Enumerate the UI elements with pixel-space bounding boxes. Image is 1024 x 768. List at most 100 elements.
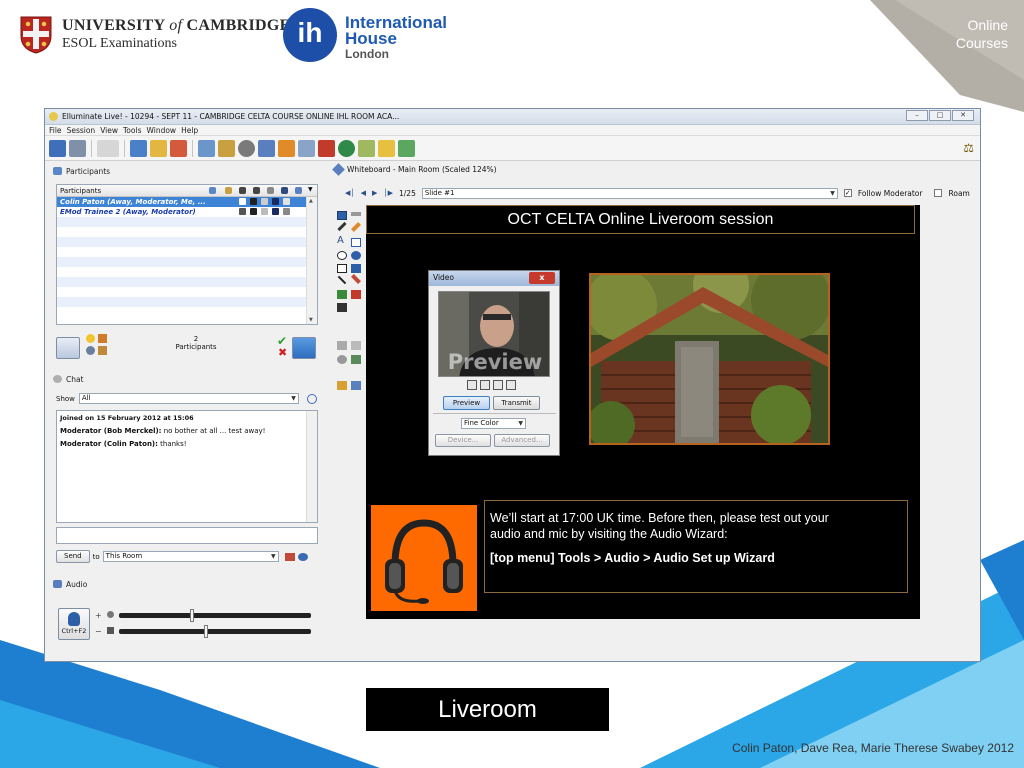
snapshot-icon[interactable] xyxy=(480,380,490,390)
no-icon[interactable]: ✖ xyxy=(278,346,287,359)
camera-settings-icon[interactable] xyxy=(493,380,503,390)
group-tool-icon[interactable] xyxy=(337,341,347,350)
talk-button[interactable]: Ctrl+F2 xyxy=(58,608,90,640)
send-button[interactable]: Send xyxy=(56,550,90,563)
filled-rectangle-tool-icon[interactable] xyxy=(351,264,361,273)
filled-ellipse-tool-icon[interactable] xyxy=(351,251,361,260)
chat-scrollbar[interactable] xyxy=(306,411,317,522)
applause-icon[interactable] xyxy=(98,334,107,343)
menu-tools[interactable]: Tools xyxy=(123,126,141,135)
highlighter-tool-icon[interactable] xyxy=(351,212,361,216)
device-button[interactable]: Device... xyxy=(435,434,491,447)
record-icon[interactable] xyxy=(318,139,335,157)
slide-select[interactable]: Slide #1 ▼ xyxy=(421,187,838,199)
step-away-icon[interactable] xyxy=(86,346,95,355)
participant-row[interactable]: EMod Trainee 2 (Away, Moderator) xyxy=(57,207,317,217)
emoticon-icon[interactable] xyxy=(86,334,95,343)
help-icon[interactable]: ⚖ xyxy=(963,141,974,155)
explorer-icon[interactable] xyxy=(351,381,361,390)
first-page-icon[interactable]: ◀│ xyxy=(345,189,355,197)
ellipse-tool-icon[interactable] xyxy=(337,251,347,260)
add-icon[interactable] xyxy=(398,139,415,157)
participants-column-header: Participants ▼ xyxy=(57,185,317,197)
board-title: OCT CELTA Online Liveroom session xyxy=(366,205,915,234)
pen-tool-icon[interactable] xyxy=(337,221,347,232)
whiteboard-icon[interactable] xyxy=(198,139,215,157)
text-tool-icon[interactable]: A xyxy=(337,235,344,246)
video-window[interactable]: Video x Preview Preview Transmit Fine Co… xyxy=(428,270,560,456)
marker-tool-icon[interactable] xyxy=(351,222,361,232)
web-tour-icon[interactable] xyxy=(238,139,255,157)
whiteboard-navigation: ◀│ ◀ ▶ │▶ 1/25 Slide #1 ▼ ✓ Follow Modera… xyxy=(345,187,975,199)
column-menu-icon[interactable]: ▼ xyxy=(308,186,313,193)
follow-moderator-checkbox[interactable]: ✓ xyxy=(843,189,852,197)
sound-icon[interactable] xyxy=(284,552,295,561)
globe-icon[interactable] xyxy=(338,139,355,157)
scroll-up-icon[interactable]: ▲ xyxy=(309,198,313,204)
feedback-icon[interactable] xyxy=(98,346,107,355)
clock-icon[interactable] xyxy=(306,393,317,404)
chat-title: Chat xyxy=(66,374,84,384)
chat-input[interactable] xyxy=(56,527,318,544)
notes-icon[interactable] xyxy=(150,139,167,157)
empty-row xyxy=(57,257,317,267)
application-share-icon[interactable] xyxy=(258,139,275,157)
video-close-button[interactable]: x xyxy=(529,272,555,284)
collapse-icon[interactable] xyxy=(506,380,516,390)
save-icon[interactable] xyxy=(49,139,66,157)
load-content-icon[interactable] xyxy=(218,139,235,157)
video-quality-select[interactable]: Fine Color ▼ xyxy=(461,418,526,429)
roam-checkbox[interactable] xyxy=(934,189,943,197)
raise-hand-button[interactable] xyxy=(56,337,80,359)
quiz-icon[interactable] xyxy=(378,139,395,157)
ungroup-tool-icon[interactable] xyxy=(351,341,361,350)
advanced-button[interactable]: Advanced... xyxy=(494,434,550,447)
polling-icon[interactable] xyxy=(358,139,375,157)
participants-window-icon[interactable] xyxy=(130,139,147,157)
select-tool-icon[interactable] xyxy=(337,211,347,220)
preview-tab[interactable]: Preview xyxy=(443,396,490,410)
scroll-down-icon[interactable]: ▼ xyxy=(309,317,313,323)
previous-page-icon[interactable]: ◀ xyxy=(361,189,366,197)
video-icon[interactable] xyxy=(298,139,315,157)
transmit-tab[interactable]: Transmit xyxy=(493,396,540,410)
speaker-volume-slider[interactable] xyxy=(119,625,311,638)
menu-file[interactable]: File xyxy=(49,126,62,135)
pin-icon[interactable] xyxy=(467,380,477,390)
shed-photo xyxy=(589,273,830,445)
speaker-volume-thumb[interactable] xyxy=(203,625,208,638)
mic-volume-thumb[interactable] xyxy=(190,609,195,622)
menu-help[interactable]: Help xyxy=(181,126,198,135)
recipient-select[interactable]: This Room ▼ xyxy=(102,551,279,562)
screen-capture-tool-icon[interactable] xyxy=(337,303,347,312)
multimedia-icon[interactable] xyxy=(170,139,187,157)
undo-tool-icon[interactable] xyxy=(337,355,347,364)
participants-scrollbar[interactable]: ▲ ▼ xyxy=(306,197,317,324)
image-tool-icon[interactable] xyxy=(337,290,347,299)
file-transfer-icon[interactable] xyxy=(278,139,295,157)
eye-icon[interactable] xyxy=(297,552,308,561)
line-tool-icon[interactable] xyxy=(337,275,347,285)
exit-room-button[interactable] xyxy=(292,337,316,359)
step-tool-icon[interactable] xyxy=(351,355,361,364)
text-box-tool-icon[interactable] xyxy=(351,238,361,247)
show-select[interactable]: All ▼ xyxy=(78,393,299,404)
open-folder-icon[interactable] xyxy=(337,381,347,390)
empty-row xyxy=(57,217,317,227)
video-titlebar[interactable]: Video x xyxy=(429,271,559,286)
next-page-icon[interactable]: ▶ xyxy=(372,189,377,197)
close-button[interactable]: ✕ xyxy=(952,110,974,121)
minimize-button[interactable]: – xyxy=(906,110,928,121)
mic-volume-slider[interactable] xyxy=(119,609,311,622)
menu-window[interactable]: Window xyxy=(146,126,176,135)
menu-session[interactable]: Session xyxy=(67,126,96,135)
participant-row[interactable]: Colin Paton (Away, Moderator, Me, ... xyxy=(57,197,317,207)
pointer-tool-icon[interactable] xyxy=(351,274,361,284)
print-icon[interactable] xyxy=(69,139,86,157)
rectangle-tool-icon[interactable] xyxy=(337,264,347,273)
clipart-tool-icon[interactable] xyxy=(351,290,361,299)
layout-dropdown-icon[interactable] xyxy=(97,139,119,157)
menu-view[interactable]: View xyxy=(100,126,118,135)
last-page-icon[interactable]: │▶ xyxy=(383,189,393,197)
maximize-button[interactable]: □ xyxy=(929,110,951,121)
